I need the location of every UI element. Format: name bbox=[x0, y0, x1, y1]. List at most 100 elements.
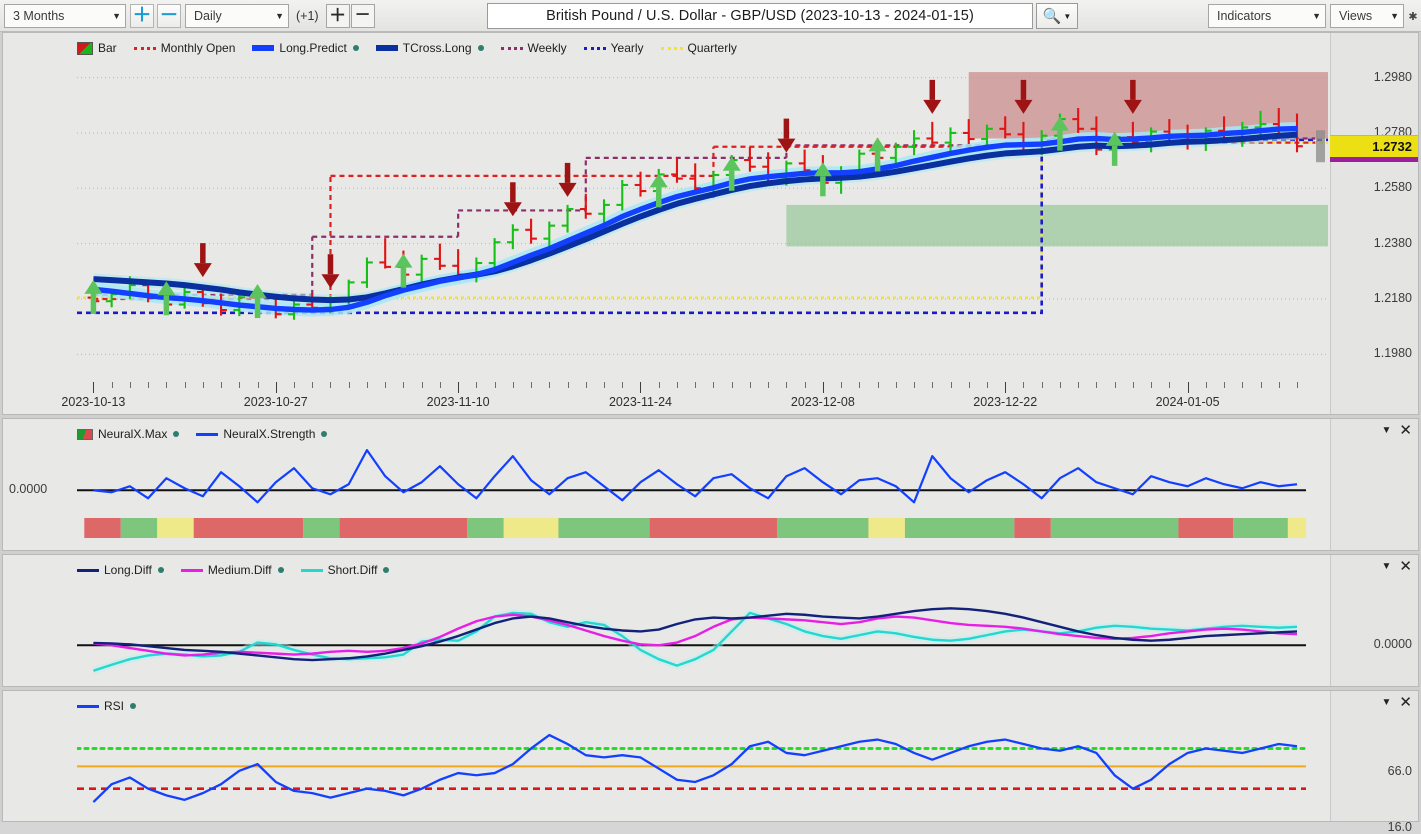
views-select[interactable]: Views ▼ bbox=[1330, 4, 1404, 28]
neuralx-panel[interactable]: NeuralX.Max NeuralX.Strength ▼ ✕ 0.0000 bbox=[2, 418, 1419, 551]
date-tick bbox=[1187, 382, 1189, 393]
bar-swatch-icon bbox=[77, 41, 93, 55]
offset-label: (+1) bbox=[296, 8, 319, 23]
rsi-legend-item[interactable]: RSI bbox=[77, 699, 137, 713]
date-tick bbox=[622, 382, 624, 388]
settings-dot-icon[interactable] bbox=[277, 567, 284, 573]
neuralx-legend-item[interactable]: NeuralX.Max bbox=[77, 427, 180, 441]
chevron-down-icon[interactable]: ▼ bbox=[1382, 561, 1392, 572]
date-tick bbox=[494, 382, 496, 388]
date-tick bbox=[1224, 382, 1226, 388]
neuralx-legend-item[interactable]: NeuralX.Strength bbox=[196, 427, 328, 441]
chart-stage: Bar Monthly Open Long.Predict TCross.Long We… bbox=[0, 32, 1421, 834]
price-legend-item[interactable]: Bar bbox=[77, 41, 117, 55]
price-plot-area[interactable] bbox=[77, 61, 1421, 382]
date-tick bbox=[1151, 382, 1153, 388]
diff-legend-item[interactable]: Medium.Diff bbox=[180, 563, 284, 577]
rsi-upper-label: 66.0 bbox=[1387, 764, 1412, 779]
date-tick bbox=[348, 382, 350, 388]
line-swatch-icon bbox=[252, 45, 275, 51]
date-tick bbox=[1242, 382, 1244, 388]
date-tick bbox=[1041, 382, 1043, 388]
settings-dot-icon[interactable] bbox=[130, 703, 137, 709]
price-legend-item[interactable]: Monthly Open bbox=[133, 41, 235, 55]
date-tick bbox=[877, 382, 879, 388]
legend-label: Yearly bbox=[610, 41, 644, 55]
date-tick bbox=[294, 382, 295, 388]
period-zoom-group: ＋ － bbox=[130, 3, 181, 28]
date-tick bbox=[804, 382, 806, 388]
last-price-tag[interactable]: 1.2732 bbox=[1330, 135, 1418, 158]
date-tick bbox=[822, 382, 824, 393]
price-axis[interactable]: 1.2980 1.2780 1.2580 1.2380 1.2180 1.1980 1.27… bbox=[1330, 33, 1418, 414]
period-zoom-in-button[interactable]: ＋ bbox=[130, 3, 154, 28]
close-icon[interactable]: ✕ bbox=[1399, 423, 1412, 438]
rsi-lower-label: 16.0 bbox=[1387, 820, 1412, 834]
date-tick bbox=[330, 382, 332, 388]
settings-dot-icon[interactable] bbox=[477, 45, 484, 51]
indicators-select[interactable]: Indicators ▼ bbox=[1208, 4, 1326, 28]
diff-panel-controls: ▼ ✕ bbox=[1382, 559, 1412, 574]
rsi-svg bbox=[77, 733, 1308, 803]
date-tick-label: 2023-12-22 bbox=[973, 395, 1038, 409]
diff-legend-item[interactable]: Short.Diff bbox=[300, 563, 390, 577]
date-tick bbox=[184, 382, 186, 388]
settings-dot-icon[interactable] bbox=[383, 567, 390, 573]
date-tick bbox=[202, 382, 204, 388]
line-swatch-icon bbox=[77, 704, 99, 708]
interval-select[interactable]: Daily ▼ bbox=[185, 3, 289, 28]
date-tick-label: 2023-12-08 bbox=[790, 395, 855, 409]
settings-dot-icon[interactable] bbox=[321, 431, 328, 437]
date-tick bbox=[421, 382, 423, 388]
legend-label: NeuralX.Max bbox=[98, 427, 168, 441]
line-swatch-icon bbox=[300, 568, 323, 572]
last-price-underline bbox=[1330, 157, 1418, 163]
price-tick-label: 1.2180 bbox=[1373, 290, 1412, 305]
diff-panel[interactable]: Long.Diff Medium.Diff Short.Diff ▼ ✕ 0.000… bbox=[2, 554, 1419, 687]
price-tick-label: 1.2980 bbox=[1373, 69, 1412, 84]
price-legend-item[interactable]: Quarterly bbox=[660, 41, 737, 55]
legend-label: RSI bbox=[104, 699, 125, 713]
close-icon[interactable]: ✕ bbox=[1399, 559, 1412, 574]
diff-legend-item[interactable]: Long.Diff bbox=[77, 563, 164, 577]
rsi-panel[interactable]: RSI ▼ ✕ 66.0 16.0 bbox=[2, 690, 1421, 834]
settings-dot-icon[interactable] bbox=[173, 431, 180, 437]
date-tick bbox=[658, 382, 660, 388]
date-tick bbox=[1296, 382, 1298, 388]
symbol-title-field[interactable]: British Pound / U.S. Dollar - GBP/USD (2… bbox=[487, 3, 1033, 29]
legend-label: Medium.Diff bbox=[207, 563, 272, 577]
settings-dot-icon[interactable] bbox=[352, 45, 359, 51]
bars-increase-button[interactable]: ＋ bbox=[325, 3, 350, 28]
date-tick bbox=[148, 382, 150, 388]
symbol-search-group: British Pound / U.S. Dollar - GBP/USD (2… bbox=[487, 3, 1078, 29]
date-tick bbox=[768, 382, 770, 388]
date-tick bbox=[1005, 382, 1007, 393]
favorite-icon[interactable]: ✱ bbox=[1408, 10, 1418, 23]
toolbar-right-group: Indicators ▼ Views ▼ ✱ bbox=[1208, 4, 1418, 28]
close-icon[interactable]: ✕ bbox=[1399, 695, 1412, 710]
price-legend-item[interactable]: Long.Predict bbox=[252, 41, 359, 55]
rsi-plot-area[interactable] bbox=[77, 691, 1421, 821]
legend-label: Weekly bbox=[527, 41, 567, 55]
period-select[interactable]: 3 Months ▼ bbox=[4, 3, 126, 28]
date-tick bbox=[385, 382, 387, 388]
date-tick-label: 2023-11-24 bbox=[608, 395, 672, 409]
date-tick bbox=[1205, 382, 1207, 388]
search-button[interactable]: 🔍 ▼ bbox=[1036, 3, 1078, 29]
price-legend-item[interactable]: TCross.Long bbox=[375, 41, 484, 55]
price-chart-panel[interactable]: Bar Monthly Open Long.Predict TCross.Long We… bbox=[2, 32, 1419, 415]
date-tick bbox=[476, 382, 478, 388]
sell-arrow-icon bbox=[923, 79, 942, 114]
neuralx-panel-controls: ▼ ✕ bbox=[1382, 423, 1412, 438]
sell-arrow-icon bbox=[193, 243, 212, 278]
dashed-line-swatch-icon bbox=[583, 46, 606, 50]
period-zoom-out-button[interactable]: － bbox=[157, 3, 181, 28]
price-legend-item[interactable]: Yearly bbox=[583, 41, 644, 55]
bars-decrease-button[interactable]: － bbox=[350, 3, 375, 28]
price-legend-item[interactable]: Weekly bbox=[500, 41, 567, 55]
date-tick bbox=[986, 382, 988, 388]
date-tick bbox=[676, 382, 678, 388]
chevron-down-icon[interactable]: ▼ bbox=[1382, 697, 1392, 708]
settings-dot-icon[interactable] bbox=[157, 567, 164, 573]
chevron-down-icon[interactable]: ▼ bbox=[1382, 425, 1392, 436]
